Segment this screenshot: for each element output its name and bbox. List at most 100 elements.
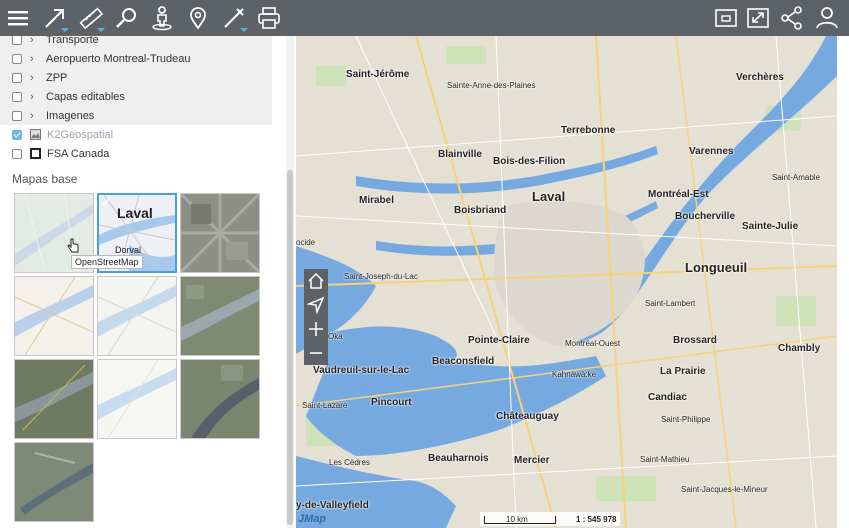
basemap-tile[interactable] bbox=[180, 359, 260, 439]
map-label: Sainte-Julie bbox=[742, 221, 799, 232]
layer-row[interactable]: › Aeropuerto Montreal-Trudeau bbox=[0, 49, 272, 68]
chevron-right-icon[interactable]: › bbox=[30, 36, 40, 46]
chevron-right-icon[interactable]: › bbox=[30, 91, 40, 103]
map-canvas[interactable]: Saint-Jérôme Sainte-Anne-des-Plaines Ver… bbox=[296, 36, 837, 528]
zoom-in-icon[interactable] bbox=[304, 317, 328, 341]
layer-row[interactable]: › Capas editables bbox=[0, 87, 272, 106]
map-label: Saint-Mathieu bbox=[640, 455, 690, 464]
layer-checkbox[interactable] bbox=[12, 72, 22, 83]
locate-icon[interactable] bbox=[304, 293, 328, 317]
zoom-out-icon[interactable] bbox=[304, 341, 328, 365]
draw-icon[interactable] bbox=[219, 3, 249, 33]
marker-icon[interactable] bbox=[183, 3, 213, 33]
map-label: Blainville bbox=[438, 149, 482, 160]
dropdown-caret-icon bbox=[240, 28, 248, 32]
layer-label: K2Geospatial bbox=[47, 128, 114, 141]
search-location-icon[interactable] bbox=[112, 3, 142, 33]
layer-checkbox[interactable] bbox=[12, 53, 22, 64]
map-base-graphics bbox=[296, 36, 837, 528]
map-controls bbox=[304, 269, 328, 365]
map-label: Saint-Philippe bbox=[661, 415, 711, 424]
streetview-icon[interactable] bbox=[147, 3, 177, 33]
basemaps-title: Mapas base bbox=[12, 172, 78, 186]
jmap-logo: JMap bbox=[298, 513, 327, 525]
map-label: Saint-Lazare bbox=[302, 401, 348, 410]
map-label: Saint-Amable bbox=[772, 173, 821, 182]
map-label: Montréal-Est bbox=[648, 189, 709, 200]
map-label: Pointe-Claire bbox=[468, 335, 530, 346]
image-layer-icon bbox=[30, 129, 41, 140]
map-label: Boucherville bbox=[675, 211, 736, 222]
map-label: Kahnawà:ke bbox=[552, 370, 597, 379]
layer-checkbox[interactable] bbox=[12, 36, 22, 45]
panel-icon[interactable] bbox=[711, 3, 741, 33]
map-label: Saint-Jérôme bbox=[346, 69, 410, 80]
layer-row[interactable]: › Transporte bbox=[0, 36, 272, 49]
scale-distance: 10 km bbox=[506, 515, 528, 524]
layer-checkbox[interactable] bbox=[12, 129, 22, 140]
tile-label-small: Dorval bbox=[115, 245, 142, 255]
layer-label: ZPP bbox=[46, 71, 68, 84]
map-label: Les Cèdres bbox=[329, 458, 370, 467]
layer-row[interactable]: K2Geospatial bbox=[0, 125, 272, 144]
map-label: Saint-Joseph-du-Lac bbox=[344, 272, 418, 281]
layer-row[interactable]: › Imagenes bbox=[0, 106, 272, 125]
tile-label-big: Laval bbox=[117, 205, 153, 221]
basemap-tile[interactable] bbox=[14, 442, 94, 522]
layer-row[interactable]: › ZPP bbox=[0, 68, 272, 87]
menu-icon[interactable] bbox=[3, 3, 33, 33]
share-icon[interactable] bbox=[777, 3, 807, 33]
layer-checkbox[interactable] bbox=[12, 91, 22, 102]
layer-label: Aeropuerto Montreal-Trudeau bbox=[46, 52, 191, 65]
map-label: Beaconsfield bbox=[432, 356, 495, 367]
map-label: La Prairie bbox=[660, 366, 706, 377]
map-label: Saint-Jacques-le-Mineur bbox=[681, 485, 768, 494]
print-icon[interactable] bbox=[254, 3, 284, 33]
chevron-right-icon[interactable]: › bbox=[30, 110, 40, 122]
map-label: Verchères bbox=[736, 72, 784, 83]
panel-scrollbar-thumb[interactable] bbox=[287, 170, 293, 525]
measure-icon[interactable] bbox=[76, 3, 106, 33]
fullscreen-icon[interactable] bbox=[743, 3, 773, 33]
map-label: Saint-Lambert bbox=[645, 299, 696, 308]
dropdown-caret-icon bbox=[97, 28, 105, 32]
layer-label: Imagenes bbox=[46, 109, 95, 122]
basemap-tile[interactable] bbox=[180, 276, 260, 356]
layer-checkbox[interactable] bbox=[12, 110, 22, 121]
basemap-tooltip: OpenStreetMap bbox=[71, 255, 143, 269]
home-icon[interactable] bbox=[304, 269, 328, 293]
scale-bar: 10 km 1 : 545 978 bbox=[480, 512, 620, 526]
map-label: Mirabel bbox=[359, 195, 395, 206]
map-label: Oka bbox=[328, 332, 343, 341]
user-icon[interactable] bbox=[812, 3, 842, 33]
map-label: Mercier bbox=[514, 455, 550, 466]
map-label: Montréal-Ouest bbox=[565, 339, 621, 348]
basemap-tile[interactable] bbox=[180, 193, 260, 273]
map-label: Beauharnois bbox=[428, 453, 489, 464]
dropdown-caret-icon bbox=[61, 28, 69, 32]
layer-row[interactable]: FSA Canada bbox=[0, 144, 272, 163]
basemap-tile[interactable] bbox=[97, 276, 177, 356]
polygon-layer-icon bbox=[30, 148, 41, 159]
hand-cursor-icon bbox=[67, 238, 79, 253]
layer-label: Capas editables bbox=[46, 90, 125, 103]
chevron-right-icon[interactable]: › bbox=[30, 53, 40, 65]
layer-checkbox[interactable] bbox=[12, 148, 22, 159]
map-right-edge bbox=[837, 36, 849, 528]
map-label: Terrebonne bbox=[561, 125, 616, 136]
basemap-tile[interactable] bbox=[14, 359, 94, 439]
chevron-right-icon[interactable]: › bbox=[30, 72, 40, 84]
map-label: Vaudreuil-sur-le-Lac bbox=[313, 365, 410, 376]
layer-label: FSA Canada bbox=[47, 147, 110, 160]
map-label: Chambly bbox=[778, 343, 821, 354]
map-label: Châteauguay bbox=[496, 411, 559, 422]
map-label: Candiac bbox=[648, 392, 687, 403]
select-tool-icon[interactable] bbox=[40, 3, 70, 33]
left-panel: › Transporte › Aeropuerto Montreal-Trude… bbox=[0, 36, 296, 528]
map-label: ocide bbox=[296, 238, 316, 247]
layer-label: Transporte bbox=[46, 36, 99, 46]
basemap-tile[interactable] bbox=[14, 276, 94, 356]
map-label: Sainte-Anne-des-Plaines bbox=[447, 81, 536, 90]
map-label: Laval bbox=[532, 189, 566, 204]
basemap-tile[interactable] bbox=[97, 359, 177, 439]
